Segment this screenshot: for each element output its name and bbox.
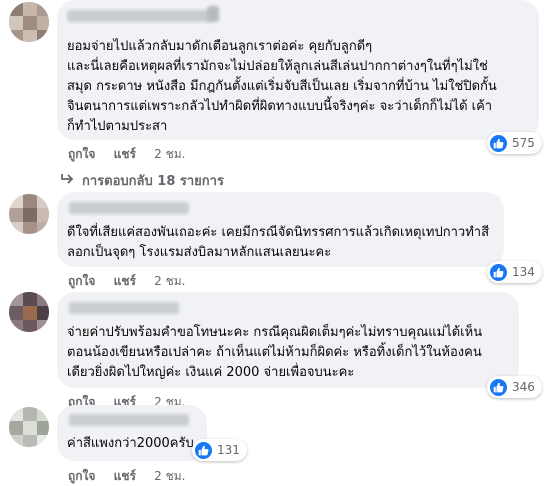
thumbs-up-icon [490, 378, 507, 396]
replies-count-label: การตอบกลับ 18 รายการ [82, 174, 224, 189]
reply-arrow-icon [60, 173, 74, 189]
thumbs-up-icon [490, 134, 507, 152]
view-replies-link[interactable]: การตอบกลับ 18 รายการ [60, 170, 224, 191]
share-button[interactable]: แชร์ [114, 274, 136, 288]
comment-4: ค่าสีแพงกว่า2000ครับ 131 ถูกใจ แชร์ 2 ชม… [0, 405, 551, 485]
comment-text: ดีใจที่เสียแค่สองพันเถอะค่ะ เคยมีกรณีจัด… [67, 225, 490, 260]
thumbs-up-icon [195, 441, 212, 459]
avatar[interactable] [9, 194, 49, 234]
timestamp[interactable]: 2 ชม. [154, 469, 185, 483]
comment-bubble: ค่าสีแพงกว่า2000ครับ [57, 405, 207, 461]
comment-2: ดีใจที่เสียแค่สองพันเถอะค่ะ เคยมีกรณีจัด… [0, 192, 551, 288]
reaction-summary[interactable]: 134 [487, 261, 542, 283]
comment-text: จ่ายค่าปรับพร้อมคำขอโทษนะคะ กรณีคุณผิดเต… [67, 325, 483, 380]
share-button[interactable]: แชร์ [114, 147, 136, 161]
reaction-count: 131 [217, 443, 240, 457]
comment-3: จ่ายค่าปรับพร้อมคำขอโทษนะคะ กรณีคุณผิดเต… [0, 292, 551, 409]
comment-bubble: ยอมจ่ายไปแล้วกลับมาดักเตือนลูกเราต่อค่ะ … [57, 0, 539, 140]
comment-actions: ถูกใจ แชร์ 2 ชม. [68, 272, 199, 291]
author-name[interactable] [69, 202, 189, 214]
comment-text: ค่าสีแพงกว่า2000ครับ [67, 436, 194, 451]
comment-actions: ถูกใจ แชร์ 2 ชม. [68, 467, 199, 486]
timestamp[interactable]: 2 ชม. [154, 147, 185, 161]
share-button[interactable]: แชร์ [114, 469, 136, 483]
avatar[interactable] [9, 2, 49, 42]
reaction-summary[interactable]: 575 [487, 132, 542, 154]
comment-bubble: ดีใจที่เสียแค่สองพันเถอะค่ะ เคยมีกรณีจัด… [57, 192, 504, 267]
comment-actions: ถูกใจ แชร์ 2 ชม. [68, 145, 199, 164]
comment-text: ยอมจ่ายไปแล้วกลับมาดักเตือนลูกเราต่อค่ะ … [67, 39, 497, 134]
reaction-summary[interactable]: 346 [487, 376, 542, 398]
comment-bubble: จ่ายค่าปรับพร้อมคำขอโทษนะคะ กรณีคุณผิดเต… [57, 292, 519, 388]
like-button[interactable]: ถูกใจ [68, 469, 95, 483]
comment-1: ยอมจ่ายไปแล้วกลับมาดักเตือนลูกเราต่อค่ะ … [0, 0, 551, 190]
author-name[interactable] [67, 10, 212, 22]
reaction-count: 134 [512, 265, 535, 279]
avatar[interactable] [9, 407, 49, 447]
author-name[interactable] [69, 414, 189, 426]
reaction-count: 346 [512, 380, 535, 394]
like-button[interactable]: ถูกใจ [68, 274, 95, 288]
author-name[interactable] [69, 302, 179, 314]
like-button[interactable]: ถูกใจ [68, 147, 95, 161]
thumbs-up-icon [490, 263, 507, 281]
reaction-count: 575 [512, 136, 535, 150]
avatar[interactable] [9, 292, 49, 332]
timestamp[interactable]: 2 ชม. [154, 274, 185, 288]
reaction-summary[interactable]: 131 [192, 439, 247, 461]
